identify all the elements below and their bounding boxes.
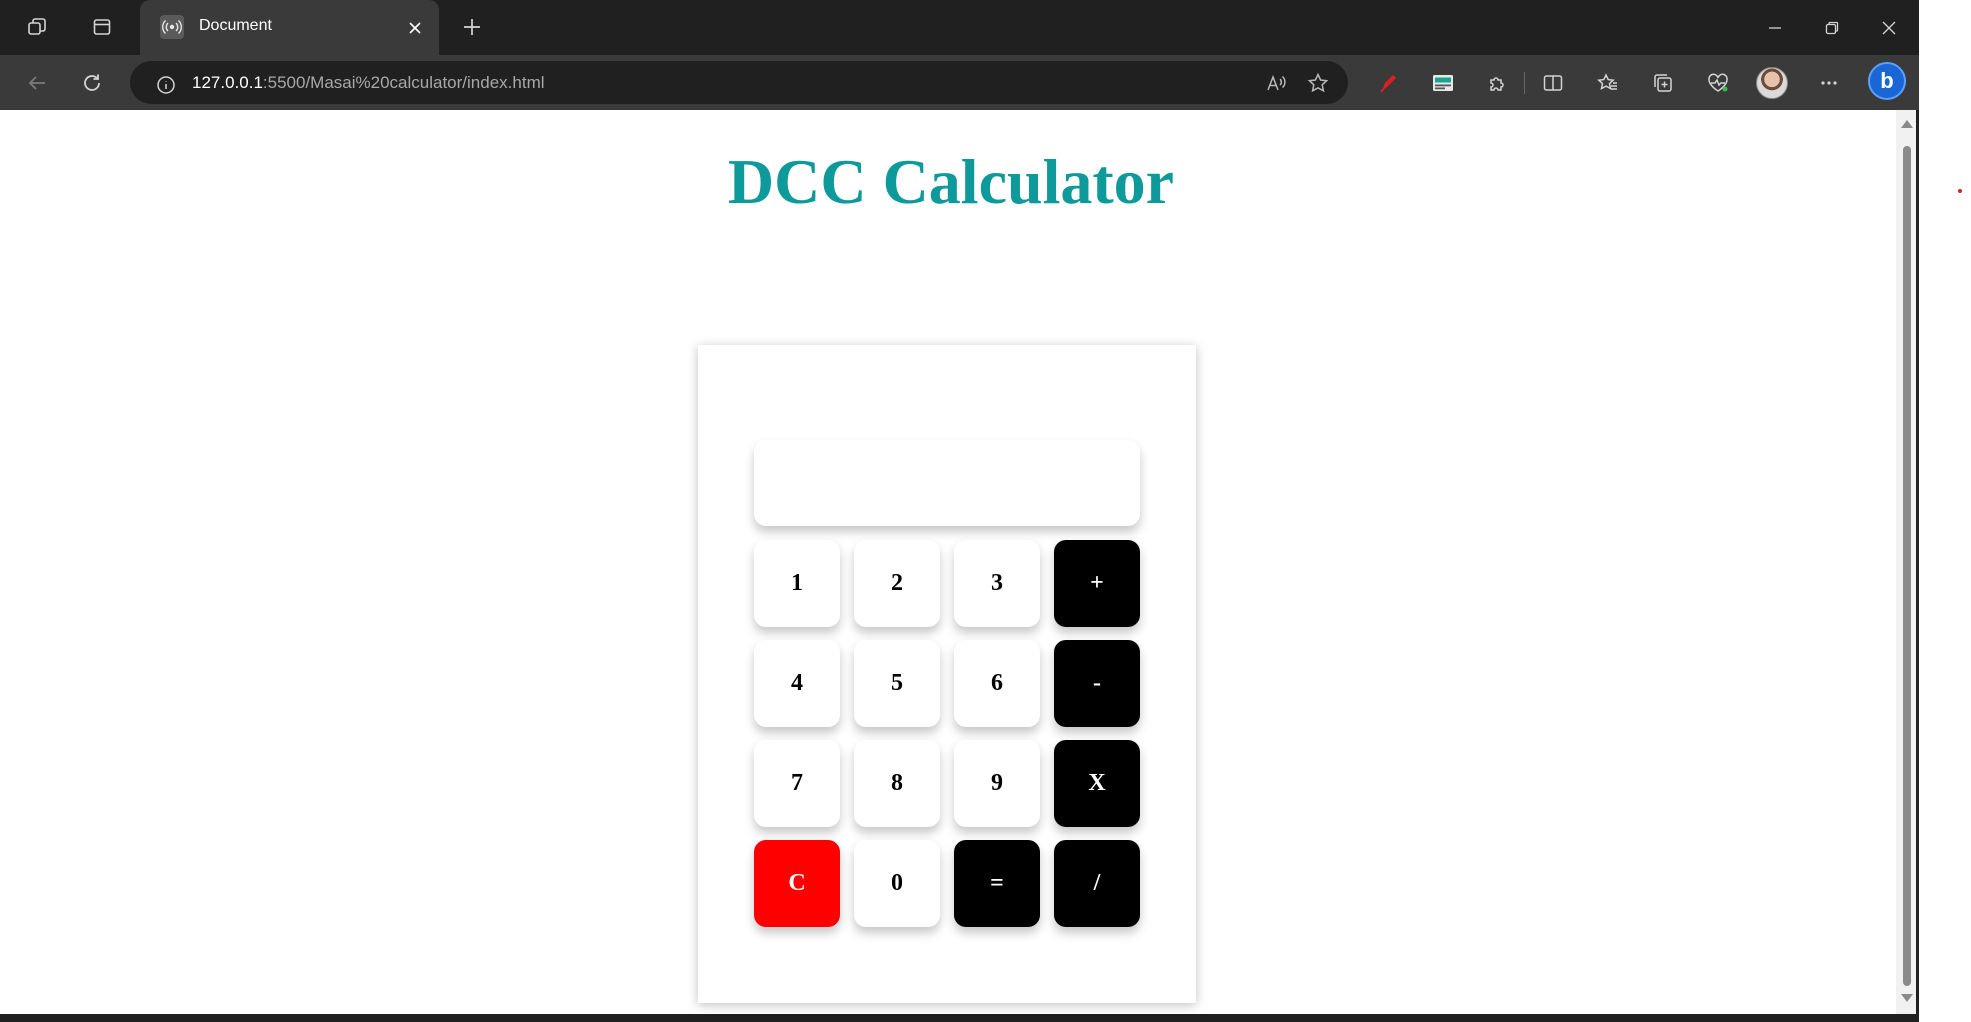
key-4-button[interactable]: 4 bbox=[754, 640, 840, 727]
browser-chrome: Document 127.0.0.1:5500/Masai%20calculat… bbox=[0, 0, 1919, 110]
key-5-button[interactable]: 5 bbox=[854, 640, 940, 727]
key-minus-button[interactable]: - bbox=[1054, 640, 1140, 727]
key-9-button[interactable]: 9 bbox=[954, 740, 1040, 827]
window-frame-bottom bbox=[0, 1014, 1919, 1022]
toolbar-separator bbox=[1524, 72, 1525, 94]
extensions-puzzle-icon[interactable] bbox=[1478, 63, 1518, 103]
restore-icon[interactable] bbox=[1812, 8, 1852, 48]
pen-extension-icon[interactable] bbox=[1368, 63, 1408, 103]
key-0-button[interactable]: 0 bbox=[854, 840, 940, 927]
calculator-display[interactable] bbox=[754, 440, 1140, 526]
page-title: DCC Calculator bbox=[727, 146, 1175, 217]
calculator-keypad: 1 2 3 +4 5 6- 7 8 9 X C 0 = / bbox=[754, 540, 1140, 927]
key-plus-button[interactable]: + bbox=[1054, 540, 1140, 627]
profile-avatar[interactable] bbox=[1756, 67, 1788, 99]
minimize-icon[interactable] bbox=[1755, 8, 1795, 48]
url-host: 127.0.0.1 bbox=[192, 73, 263, 92]
key-equals-button[interactable]: = bbox=[954, 840, 1040, 927]
read-aloud-icon[interactable] bbox=[1256, 63, 1296, 103]
scroll-up-arrow-icon[interactable] bbox=[1901, 120, 1913, 128]
desktop-red-dot bbox=[1958, 189, 1962, 193]
page-viewport: DCC Calculator 1 2 3 +4 5 6- 7 8 9 X C 0 = / bbox=[6, 110, 1918, 1014]
key-multiply-button[interactable]: X bbox=[1054, 740, 1140, 827]
split-screen-icon[interactable] bbox=[1533, 63, 1573, 103]
favorites-icon[interactable] bbox=[1588, 63, 1628, 103]
url-path: :5500/Masai%20calculator/index.html bbox=[262, 73, 545, 92]
address-bar[interactable]: 127.0.0.1:5500/Masai%20calculator/index.… bbox=[130, 61, 1348, 104]
calculator-card: 1 2 3 +4 5 6- 7 8 9 X C 0 = / bbox=[698, 345, 1196, 1003]
more-options-icon[interactable] bbox=[1809, 63, 1849, 103]
key-1-button[interactable]: 1 bbox=[754, 540, 840, 627]
workspaces-icon[interactable] bbox=[17, 7, 57, 47]
key-8-button[interactable]: 8 bbox=[854, 740, 940, 827]
key-6-button[interactable]: 6 bbox=[954, 640, 1040, 727]
tab-title: Document bbox=[199, 17, 272, 34]
key-3-button[interactable]: 3 bbox=[954, 540, 1040, 627]
url-text[interactable]: 127.0.0.1:5500/Masai%20calculator/index.… bbox=[192, 73, 545, 93]
back-icon[interactable] bbox=[17, 63, 57, 103]
tab-document[interactable]: Document bbox=[140, 0, 439, 55]
scroll-down-arrow-icon[interactable] bbox=[1901, 994, 1913, 1002]
collections-icon[interactable] bbox=[1643, 63, 1683, 103]
close-window-icon[interactable] bbox=[1869, 8, 1909, 48]
site-info-icon[interactable] bbox=[146, 65, 186, 105]
copilot-bing-icon[interactable]: b bbox=[1868, 62, 1906, 100]
new-tab-icon[interactable] bbox=[452, 7, 492, 47]
broadcast-icon bbox=[160, 15, 184, 39]
key-7-button[interactable]: 7 bbox=[754, 740, 840, 827]
reader-extension-icon[interactable] bbox=[1423, 63, 1463, 103]
key-divide-button[interactable]: / bbox=[1054, 840, 1140, 927]
tab-bar: Document bbox=[0, 0, 1919, 55]
address-toolbar: 127.0.0.1:5500/Masai%20calculator/index.… bbox=[0, 55, 1919, 110]
scroll-thumb[interactable] bbox=[1903, 146, 1911, 986]
key-clear-button[interactable]: C bbox=[754, 840, 840, 927]
key-2-button[interactable]: 2 bbox=[854, 540, 940, 627]
tab-actions-icon[interactable] bbox=[82, 7, 122, 47]
window-frame-right bbox=[1916, 110, 1919, 1022]
refresh-icon[interactable] bbox=[72, 63, 112, 103]
vertical-scrollbar[interactable] bbox=[1896, 110, 1918, 1014]
close-tab-icon[interactable] bbox=[395, 8, 435, 48]
browser-essentials-icon[interactable] bbox=[1698, 63, 1738, 103]
favorite-star-icon[interactable] bbox=[1298, 63, 1338, 103]
